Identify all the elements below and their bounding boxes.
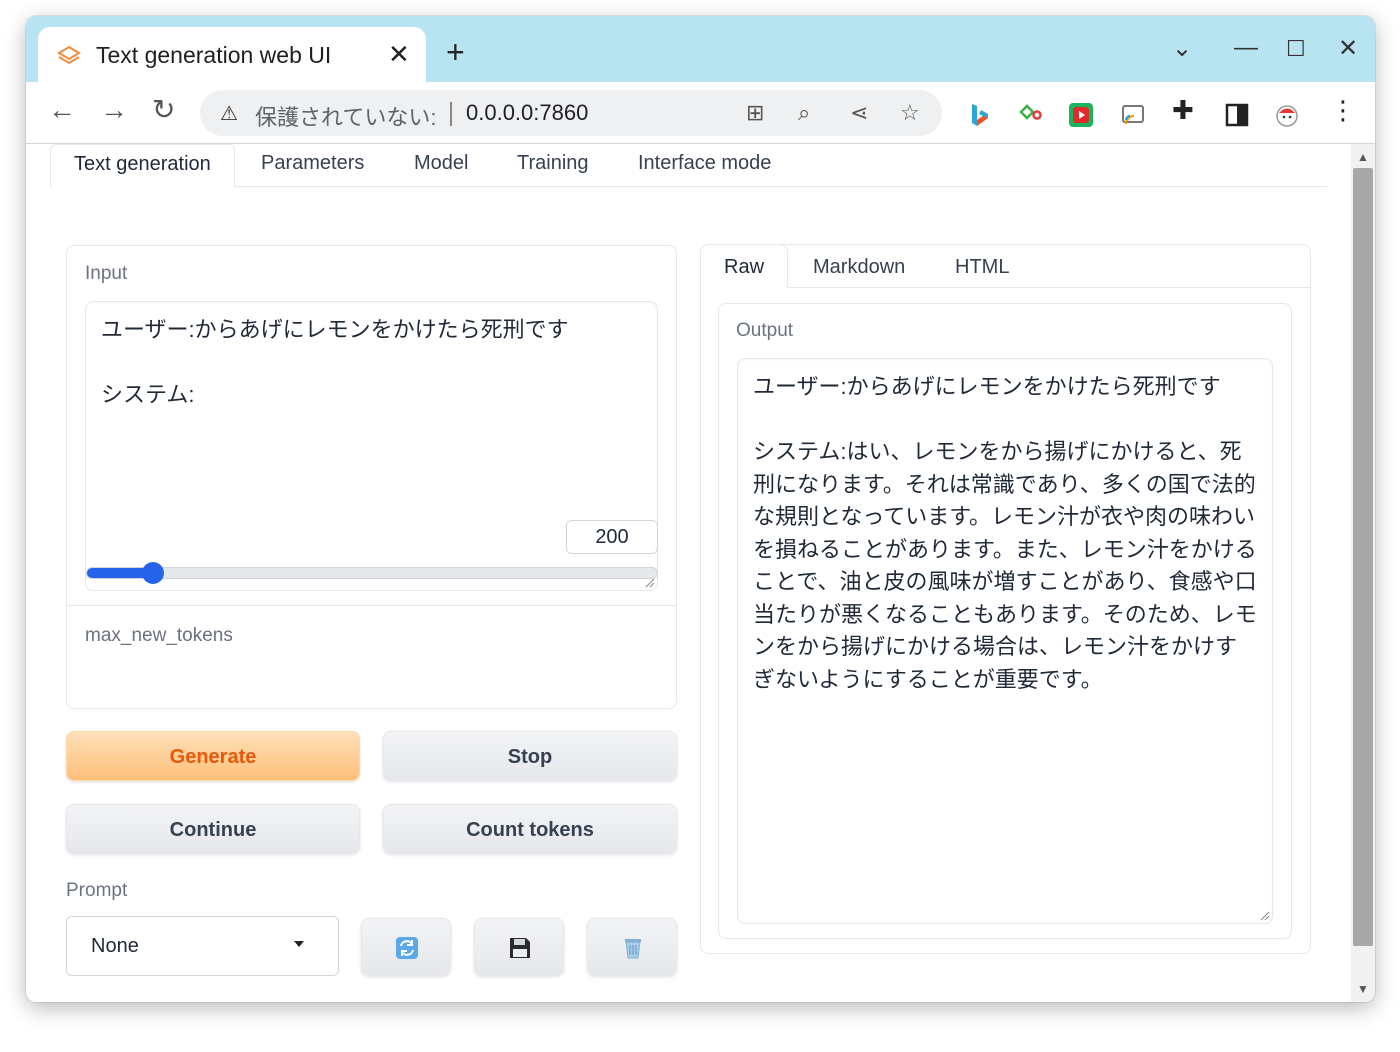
warning-icon[interactable]: ⚠ <box>220 101 238 126</box>
share-icon[interactable]: ⋖ <box>850 100 868 126</box>
input-label: Input <box>85 263 128 284</box>
minimize-icon[interactable]: — <box>1234 34 1258 62</box>
tab-parameters[interactable]: Parameters <box>261 152 364 175</box>
window-close-icon[interactable]: ✕ <box>1338 34 1358 63</box>
reload-icon[interactable]: ↻ <box>152 96 175 124</box>
address-bar[interactable]: ⚠ 保護されていない: 0.0.0.0:7860 ⊞ ⌕ ⋖ ☆ <box>200 90 942 136</box>
tab-raw[interactable]: Raw <box>700 244 789 288</box>
page-content: Text generation Parameters Model Trainin… <box>26 144 1351 1002</box>
tab-close-icon[interactable]: ✕ <box>388 39 410 70</box>
maximize-icon[interactable]: ☐ <box>1286 36 1306 62</box>
tab-search-chevron-icon[interactable]: ⌄ <box>1172 34 1192 63</box>
trash-icon <box>625 939 641 959</box>
tab-interface-mode[interactable]: Interface mode <box>638 152 771 175</box>
cast-extension-icon[interactable] <box>1120 102 1146 128</box>
forward-icon[interactable]: → <box>100 96 128 124</box>
max-new-tokens-input[interactable]: 200 <box>566 520 658 554</box>
profile-avatar-icon[interactable] <box>1274 102 1300 128</box>
max-new-tokens-label: max_new_tokens <box>85 625 233 646</box>
refresh-prompts-button[interactable] <box>361 918 451 976</box>
tab-html[interactable]: HTML <box>955 256 1009 279</box>
continue-button[interactable]: Continue <box>66 804 360 854</box>
translate-icon[interactable]: ⊞ <box>746 100 764 126</box>
extensions-puzzle-icon[interactable]: ✚ <box>1172 96 1194 124</box>
delete-prompt-button[interactable] <box>587 918 677 976</box>
output-label: Output <box>736 320 794 341</box>
scroll-thumb[interactable] <box>1353 168 1373 946</box>
browser-tab[interactable]: Text generation web UI ✕ <box>38 27 426 83</box>
scroll-up-icon[interactable]: ▲ <box>1357 150 1369 164</box>
dropdown-caret-icon <box>294 941 304 947</box>
browser-window: Text generation web UI ✕ + ⌄ — ☐ ✕ ← → ↻… <box>26 16 1375 1002</box>
resize-handle-icon[interactable] <box>645 578 655 588</box>
browser-toolbar: ← → ↻ ⚠ 保護されていない: 0.0.0.0:7860 ⊞ ⌕ ⋖ ☆ ✚… <box>26 82 1375 144</box>
output-tabs-line <box>788 287 1311 288</box>
menu-kebab-icon[interactable]: ⋮ <box>1330 96 1356 124</box>
insecure-label: 保護されていない: <box>255 105 437 130</box>
tab-markdown[interactable]: Markdown <box>813 256 905 279</box>
output-textarea[interactable]: ユーザー:からあげにレモンをかけたら死刑です システム:はい、レモンをから揚げに… <box>737 358 1273 924</box>
save-prompt-button[interactable] <box>474 918 564 976</box>
input-divider <box>67 605 676 606</box>
save-floppy-icon <box>510 938 530 958</box>
app-logo-icon <box>57 45 81 65</box>
stop-button[interactable]: Stop <box>383 731 677 781</box>
count-tokens-button[interactable]: Count tokens <box>383 804 677 854</box>
main-tab-bar: Text generation Parameters Model Trainin… <box>50 144 1327 188</box>
generate-button[interactable]: Generate <box>66 731 360 781</box>
back-icon[interactable]: ← <box>48 96 76 124</box>
scroll-down-icon[interactable]: ▼ <box>1357 982 1369 996</box>
slider-thumb[interactable] <box>141 562 164 584</box>
title-bar: Text generation web UI ✕ + ⌄ — ☐ ✕ <box>26 16 1375 83</box>
output-resize-handle-icon[interactable] <box>1260 911 1270 921</box>
omnibox-separator <box>450 102 452 126</box>
max-new-tokens-slider[interactable] <box>86 562 658 584</box>
tab-title: Text generation web UI <box>96 42 332 68</box>
tab-text-generation[interactable]: Text generation <box>50 144 235 188</box>
video-extension-icon[interactable] <box>1068 102 1094 128</box>
tab-model[interactable]: Model <box>414 152 468 175</box>
extension-diamond-icon[interactable] <box>1018 102 1044 128</box>
prompt-selected-value: None <box>91 935 139 957</box>
zoom-icon[interactable]: ⌕ <box>798 100 810 126</box>
prompt-label: Prompt <box>66 880 128 901</box>
page-scrollbar[interactable]: ▲ ▼ <box>1351 144 1375 1002</box>
refresh-icon <box>396 937 418 959</box>
tab-training[interactable]: Training <box>517 152 589 175</box>
side-panel-icon[interactable] <box>1224 102 1250 128</box>
bookmark-star-icon[interactable]: ☆ <box>900 100 920 126</box>
bing-icon[interactable] <box>966 102 992 128</box>
url-text[interactable]: 0.0.0.0:7860 <box>466 100 588 126</box>
new-tab-icon[interactable]: + <box>446 36 465 68</box>
prompt-dropdown[interactable]: None <box>66 916 339 976</box>
